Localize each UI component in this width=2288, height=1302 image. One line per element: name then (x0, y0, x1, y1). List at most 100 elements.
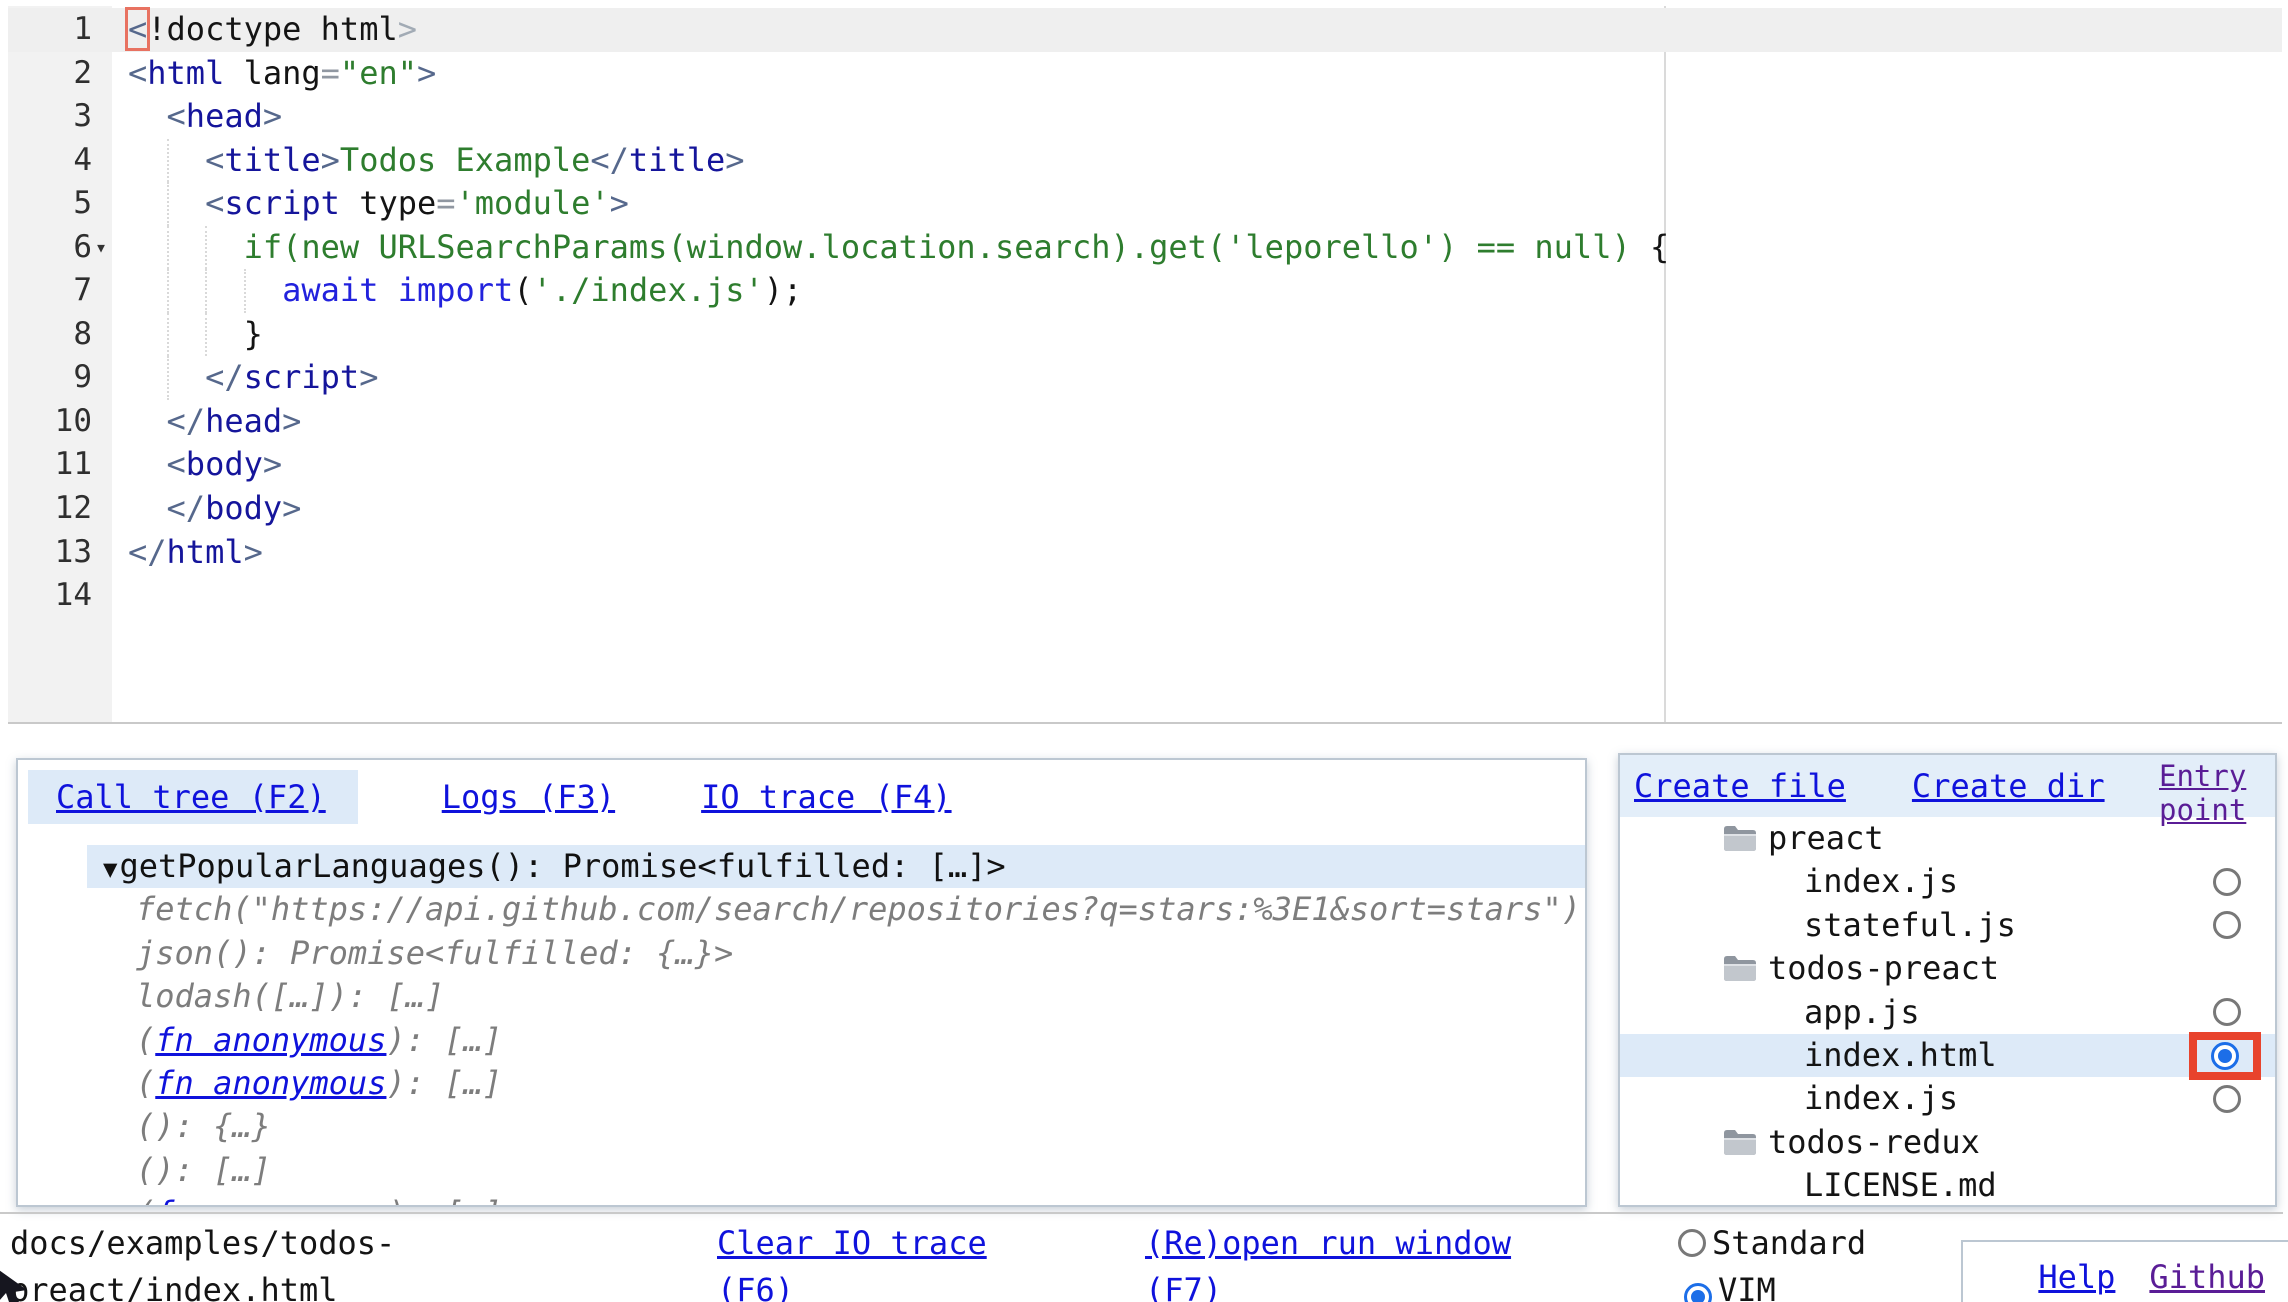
entry-point-radio[interactable] (2211, 1042, 2239, 1070)
line-number: 4 (73, 139, 92, 183)
vim-radio[interactable] (1684, 1283, 1712, 1302)
file-name[interactable]: index.js (1804, 862, 1958, 900)
line-number: 14 (55, 574, 92, 618)
file-name[interactable]: app.js (1804, 993, 1920, 1031)
entry-point-radio[interactable] (2213, 911, 2241, 939)
line-number: 5 (73, 182, 92, 226)
tab-label: IO trace (F4) (701, 778, 951, 816)
code-line[interactable]: 5▾ <script type='module'> (8, 182, 2282, 226)
help-links-box: Help Github (1961, 1240, 2288, 1302)
file-tree-file-row[interactable]: stateful.js (1620, 904, 2275, 947)
reopen-run-window-button[interactable]: (Re)open run window (F7) (1145, 1220, 1535, 1302)
tab-label: Call tree (F2) (56, 778, 326, 816)
call-tree-row[interactable]: (): […] (87, 1149, 1585, 1192)
mode-option-vim[interactable]: VIM (1684, 1271, 1776, 1302)
line-number: 8 (73, 313, 92, 357)
line-number: 12 (55, 487, 92, 531)
code-line[interactable]: 9▾ </script> (8, 356, 2282, 400)
line-number: 11 (55, 443, 92, 487)
file-tree-header: Create file Create dir Entry point (1620, 755, 2275, 817)
line-number: 9 (73, 356, 92, 400)
call-tree-row[interactable]: (): {…} (87, 1105, 1585, 1148)
file-tree-folder-row[interactable]: preact (1620, 817, 2275, 860)
line-number: 10 (55, 400, 92, 444)
line-number: 7 (73, 269, 92, 313)
create-dir-button[interactable]: Create dir (1912, 767, 2105, 805)
file-tree-folder-row[interactable]: todos-redux (1620, 1121, 2275, 1164)
text-cursor: < (128, 10, 147, 48)
current-file-path: docs/examples/todos-preact/index.html (10, 1220, 420, 1302)
call-tree-row[interactable]: fetch("https://api.github.com/search/rep… (87, 888, 1585, 931)
fn-anonymous-link[interactable]: fn anonymous (155, 1064, 386, 1102)
code-lines[interactable]: 1▾<!doctype html>2▾<html lang="en">3▾ <h… (8, 6, 2282, 618)
tab-label: Logs (F3) (442, 778, 615, 816)
folder-icon (1722, 1127, 1758, 1157)
code-line[interactable]: 2▾<html lang="en"> (8, 52, 2282, 96)
line-number: 3 (73, 95, 92, 139)
call-tree-row[interactable]: (fn anonymous): […] (87, 1062, 1585, 1105)
call-tree-row[interactable]: (fn anonymous): […] (87, 1192, 1585, 1207)
line-number: 13 (55, 531, 92, 575)
leporello-ide: 1▾<!doctype html>2▾<html lang="en">3▾ <h… (0, 0, 2288, 1302)
file-tree-panel: Create file Create dir Entry point preac… (1618, 753, 2277, 1207)
file-tree-file-row[interactable]: index.js (1620, 860, 2275, 903)
file-tree-folder-row[interactable]: todos-preact (1620, 947, 2275, 990)
tab-logs[interactable]: Logs (F3) (414, 770, 647, 824)
create-file-button[interactable]: Create file (1634, 767, 1846, 805)
entry-point-radio[interactable] (2213, 998, 2241, 1026)
code-line[interactable]: 8▾ } (8, 313, 2282, 357)
file-name[interactable]: index.html (1804, 1036, 1997, 1074)
file-name[interactable]: todos-redux (1768, 1123, 1980, 1161)
keybindings-mode-group: Standard VIM (1662, 1220, 1918, 1302)
call-tree-rows: ▼getPopularLanguages(): Promise<fulfille… (18, 845, 1585, 1207)
code-line[interactable]: 6▾ if(new URLSearchParams(window.locatio… (8, 226, 2282, 270)
status-bar: docs/examples/todos-preact/index.html Cl… (0, 1212, 2283, 1302)
code-line[interactable]: 11▾ <body> (8, 443, 2282, 487)
tab-bar: Call tree (F2) Logs (F3) IO trace (F4) (18, 760, 1585, 824)
code-line[interactable]: 12▾ </body> (8, 487, 2282, 531)
file-tree-file-row[interactable]: LICENSE.md (1620, 1164, 2275, 1207)
mouse-pointer (0, 1268, 37, 1302)
entry-point-highlight-box (2189, 1032, 2261, 1080)
fn-anonymous-link[interactable]: fn anonymous (155, 1021, 386, 1059)
line-number: 2 (73, 52, 92, 96)
call-tree-row[interactable]: ▼getPopularLanguages(): Promise<fulfille… (87, 845, 1585, 888)
file-name[interactable]: index.js (1804, 1079, 1958, 1117)
tab-call-tree[interactable]: Call tree (F2) (28, 770, 358, 824)
entry-point-radio[interactable] (2213, 868, 2241, 896)
code-editor[interactable]: 1▾<!doctype html>2▾<html lang="en">3▾ <h… (8, 6, 2282, 724)
file-name[interactable]: todos-preact (1768, 949, 1999, 987)
folder-icon (1722, 953, 1758, 983)
expand-arrow-icon[interactable]: ▼ (103, 855, 117, 883)
file-name[interactable]: stateful.js (1804, 906, 2016, 944)
code-line[interactable]: 13▾</html> (8, 531, 2282, 575)
entry-point-radio[interactable] (2213, 1085, 2241, 1113)
file-name[interactable]: preact (1768, 819, 1884, 857)
mode-option-standard[interactable]: Standard (1678, 1224, 1866, 1262)
folder-icon (1722, 823, 1758, 853)
file-name[interactable]: LICENSE.md (1804, 1166, 1997, 1204)
file-tree-file-row[interactable]: app.js (1620, 991, 2275, 1034)
file-tree-rows: preact index.js stateful.js todos-preact app… (1620, 817, 2275, 1207)
help-link[interactable]: Help (2038, 1254, 2115, 1302)
clear-io-trace-button[interactable]: Clear IO trace (F6) (717, 1220, 1009, 1302)
fn-anonymous-link[interactable]: fn anonymous (155, 1194, 386, 1207)
call-tree-row[interactable]: lodash([…]): […] (87, 975, 1585, 1018)
line-number: 6 (73, 226, 92, 270)
github-link[interactable]: Github (2149, 1254, 2265, 1302)
code-line[interactable]: 3▾ <head> (8, 95, 2282, 139)
code-line[interactable]: 10▾ </head> (8, 400, 2282, 444)
call-tree-row[interactable]: json(): Promise<fulfilled: {…}> (87, 932, 1585, 975)
code-line[interactable]: 7▾ await import('./index.js'); (8, 269, 2282, 313)
file-tree-file-row[interactable]: index.js (1620, 1077, 2275, 1120)
fold-arrow-icon[interactable]: ▾ (92, 226, 110, 270)
tab-io-trace[interactable]: IO trace (F4) (673, 770, 983, 824)
code-line[interactable]: 14▾ (8, 574, 2282, 618)
line-number: 1 (73, 8, 92, 52)
standard-radio[interactable] (1678, 1229, 1706, 1257)
call-label: getPopularLanguages(): Promise<fulfilled… (119, 847, 1005, 885)
code-line[interactable]: 4▾ <title>Todos Example</title> (8, 139, 2282, 183)
file-tree-file-row[interactable]: index.html (1620, 1034, 2275, 1077)
call-tree-row[interactable]: (fn anonymous): […] (87, 1019, 1585, 1062)
code-line[interactable]: 1▾<!doctype html> (8, 8, 2282, 52)
